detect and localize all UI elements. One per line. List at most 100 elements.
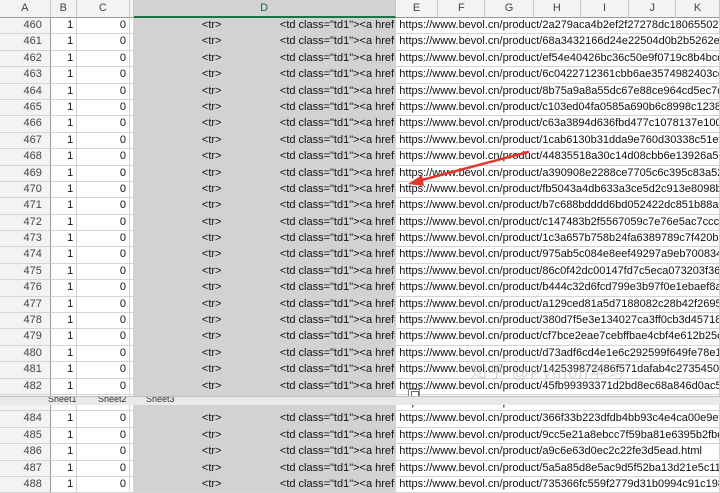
cell-d[interactable]: <tr> <td class="td1"><a href="/cor <box>133 460 397 477</box>
cell-b[interactable]: 1 <box>50 247 78 264</box>
cell-d[interactable]: <tr> <td class="td1"><a href="/cor <box>133 198 397 215</box>
cell-c[interactable]: 0 <box>77 149 130 166</box>
cell-e-url[interactable]: https://www.bevol.cn/product/8b75a9a8a55… <box>396 83 720 100</box>
cell-b[interactable]: 1 <box>50 296 78 314</box>
row-number[interactable]: 485 <box>0 427 51 445</box>
sheet-tab-3[interactable]: Sheet3 <box>146 397 175 404</box>
cell-c[interactable]: 0 <box>77 181 130 199</box>
row-number[interactable]: 460 <box>0 18 51 35</box>
row-number[interactable]: 466 <box>0 116 51 133</box>
cell-c[interactable]: 0 <box>77 411 130 428</box>
row-number[interactable]: 471 <box>0 198 51 215</box>
cell-e-url[interactable]: https://www.bevol.cn/product/2a279aca4b2… <box>396 18 720 35</box>
cell-c[interactable]: 0 <box>77 18 130 35</box>
cell-b[interactable]: 1 <box>50 99 78 117</box>
cell-c[interactable]: 0 <box>77 345 130 363</box>
row-number[interactable]: 461 <box>0 34 51 51</box>
cell-c[interactable]: 0 <box>77 67 130 84</box>
cell-b[interactable]: 1 <box>50 444 78 461</box>
cell-e-url[interactable]: https://www.bevol.cn/product/5a5a85d8e5a… <box>396 460 720 477</box>
cell-d[interactable]: <tr> <td class="td1"><a href="/cor <box>133 149 397 166</box>
cell-e-url[interactable]: https://www.bevol.cn/product/fb5043a4db6… <box>396 181 720 199</box>
cell-d[interactable]: <tr> <td class="td1"><a href="/cor <box>133 18 397 35</box>
row-number[interactable]: 487 <box>0 460 51 477</box>
cell-b[interactable]: 1 <box>50 67 78 84</box>
row-number[interactable]: 475 <box>0 263 51 281</box>
cell-d[interactable]: <tr> <td class="td1"><a href="/cor <box>133 50 397 68</box>
column-header-a[interactable]: A <box>0 0 51 18</box>
cell-e-url[interactable]: https://www.bevol.cn/product/86c0f42dc00… <box>396 263 720 281</box>
row-number[interactable]: 486 <box>0 444 51 461</box>
cell-d[interactable]: <tr> <td class="td1"><a href="/cor <box>133 476 397 493</box>
cell-d[interactable]: <tr> <td class="td1"><a href="/cor <box>133 411 397 428</box>
cell-d[interactable]: <tr> <td class="td1"><a href="/cor <box>133 378 397 395</box>
cell-d[interactable]: <tr> <td class="td1"><a href="/cor <box>133 444 397 461</box>
column-header-g[interactable]: G <box>485 0 534 18</box>
cell-b[interactable]: 1 <box>50 411 78 428</box>
cell-e-url[interactable]: https://www.bevol.cn/product/cf7bce2eae7… <box>396 329 720 346</box>
cell-b[interactable]: 1 <box>50 149 78 166</box>
row-number[interactable]: 480 <box>0 345 51 363</box>
cell-c[interactable]: 0 <box>77 444 130 461</box>
cell-b[interactable]: 1 <box>50 50 78 68</box>
cell-e-url[interactable]: https://www.bevol.cn/product/c103ed04fa0… <box>396 99 720 117</box>
cell-d[interactable]: <tr> <td class="td1"><a href="/cor <box>133 280 397 297</box>
cell-d[interactable]: <tr> <td class="td1"><a href="/cor <box>133 181 397 199</box>
cell-e-url[interactable]: https://www.bevol.cn/product/b444c32d6fc… <box>396 280 720 297</box>
cell-c[interactable]: 0 <box>77 476 130 493</box>
cell-b[interactable]: 1 <box>50 280 78 297</box>
cell-b[interactable]: 1 <box>50 181 78 199</box>
row-number[interactable]: 488 <box>0 476 51 493</box>
row-number[interactable]: 474 <box>0 247 51 264</box>
cell-e-url[interactable]: https://www.bevol.cn/product/6c042271236… <box>396 67 720 84</box>
row-number[interactable]: 473 <box>0 231 51 248</box>
cell-d[interactable]: <tr> <td class="td1"><a href="/cor <box>133 362 397 379</box>
cell-c[interactable]: 0 <box>77 329 130 346</box>
cell-c[interactable]: 0 <box>77 362 130 379</box>
cell-d[interactable]: <tr> <td class="td1"><a href="/cor <box>133 296 397 314</box>
cell-e-url[interactable]: https://www.bevol.cn/product/c63a3894d63… <box>396 116 720 133</box>
cell-e-url[interactable]: https://www.bevol.cn/product/380d7f5e3e1… <box>396 313 720 330</box>
cell-b[interactable]: 1 <box>50 231 78 248</box>
cell-d[interactable]: <tr> <td class="td1"><a href="/cor <box>133 313 397 330</box>
column-header-c[interactable]: C <box>77 0 130 18</box>
cell-b[interactable]: 1 <box>50 165 78 182</box>
row-number[interactable]: 484 <box>0 411 51 428</box>
cell-c[interactable]: 0 <box>77 34 130 51</box>
sheet-tab-1[interactable]: Sheet1 <box>48 397 77 404</box>
cell-d[interactable]: <tr> <td class="td1"><a href="/cor <box>133 67 397 84</box>
cell-c[interactable]: 0 <box>77 460 130 477</box>
cell-b[interactable]: 1 <box>50 460 78 477</box>
cell-c[interactable]: 0 <box>77 198 130 215</box>
cell-e-url[interactable]: https://www.bevol.cn/product/a390908e228… <box>396 165 720 182</box>
cell-e-url[interactable]: https://www.bevol.cn/product/1c3a657b758… <box>396 231 720 248</box>
cell-b[interactable]: 1 <box>50 116 78 133</box>
cell-d[interactable]: <tr> <td class="td1"><a href="/cor <box>133 99 397 117</box>
cell-c[interactable]: 0 <box>77 280 130 297</box>
cell-e-url[interactable]: https://www.bevol.cn/product/68a3432166d… <box>396 34 720 51</box>
cell-d[interactable]: <tr> <td class="td1"><a href="/cor <box>133 34 397 51</box>
cell-c[interactable]: 0 <box>77 231 130 248</box>
cell-d[interactable]: <tr> <td class="td1"><a href="/cor <box>133 132 397 150</box>
cell-c[interactable]: 0 <box>77 132 130 150</box>
cell-b[interactable]: 1 <box>50 329 78 346</box>
cell-c[interactable]: 0 <box>77 263 130 281</box>
row-number[interactable]: 478 <box>0 313 51 330</box>
cell-d[interactable]: <tr> <td class="td1"><a href="/cor <box>133 329 397 346</box>
sheet-tab-2[interactable]: Sheet2 <box>98 397 127 404</box>
cell-b[interactable]: 1 <box>50 83 78 100</box>
row-number[interactable]: 472 <box>0 214 51 232</box>
row-number[interactable]: 463 <box>0 67 51 84</box>
cell-c[interactable]: 0 <box>77 378 130 395</box>
cell-b[interactable]: 1 <box>50 263 78 281</box>
cell-e-url[interactable]: https://www.bevol.cn/product/c147483b2f5… <box>396 214 720 232</box>
column-header-h[interactable]: H <box>533 0 581 18</box>
column-header-i[interactable]: I <box>580 0 630 18</box>
cell-c[interactable]: 0 <box>77 165 130 182</box>
cell-c[interactable]: 0 <box>77 247 130 264</box>
row-number[interactable]: 470 <box>0 181 51 199</box>
row-number[interactable]: 469 <box>0 165 51 182</box>
row-number[interactable]: 462 <box>0 50 51 68</box>
cell-d[interactable]: <tr> <td class="td1"><a href="/cor <box>133 231 397 248</box>
cell-b[interactable]: 1 <box>50 132 78 150</box>
